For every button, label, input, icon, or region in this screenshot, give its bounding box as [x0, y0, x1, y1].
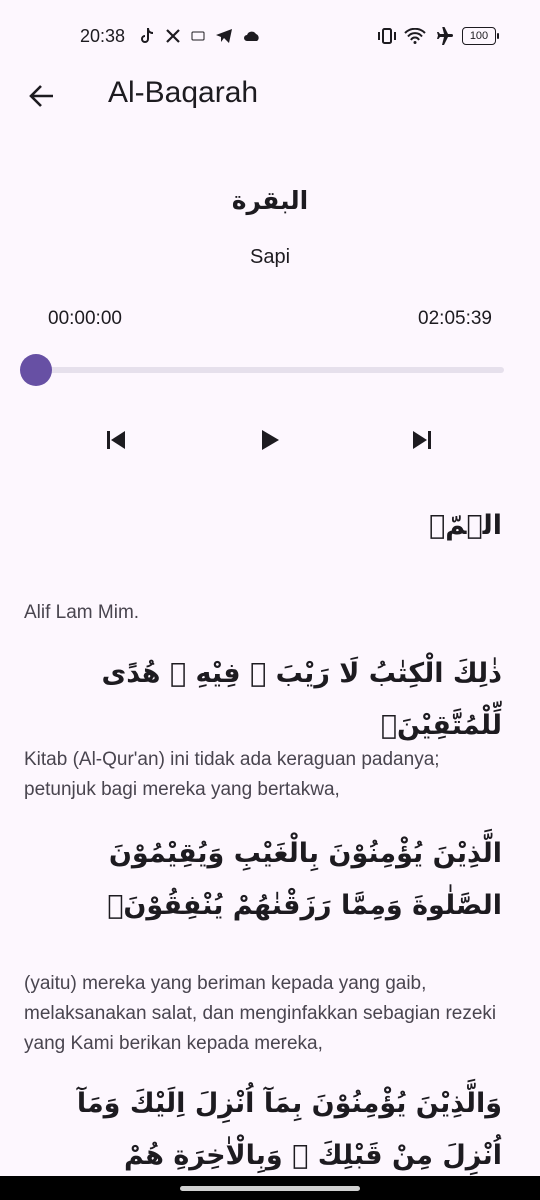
status-time: 20:38: [80, 25, 126, 46]
slider-track: [28, 367, 504, 373]
ayah-translation: (yaitu) mereka yang beriman kepada yang …: [24, 973, 497, 1054]
playback-controls: [0, 420, 540, 464]
app-bar: Al-Baqarah: [0, 72, 540, 120]
play-button[interactable]: [248, 420, 292, 464]
surah-arabic-name: البقرة: [231, 186, 309, 215]
total-time: 02:05:39: [418, 308, 492, 329]
airplane-icon: [434, 27, 454, 45]
status-bar: 20:38 100: [0, 0, 540, 72]
skip-previous-icon: [105, 430, 127, 455]
tiktok-icon: [139, 27, 155, 45]
message-icon: [191, 31, 205, 41]
skip-previous-button[interactable]: [94, 420, 138, 464]
ayah-translation: Alif Lam Mim.: [24, 602, 140, 623]
audio-progress-slider[interactable]: [20, 354, 506, 386]
skip-next-icon: [411, 430, 433, 455]
x-icon: [165, 28, 181, 44]
telegram-icon: [215, 28, 233, 44]
home-handle[interactable]: [180, 1185, 360, 1191]
current-time: 00:00:00: [48, 308, 122, 329]
battery-level: 100: [469, 30, 489, 42]
battery-icon: 100: [462, 27, 499, 45]
skip-next-button[interactable]: [400, 420, 444, 464]
ayah-arabic: الۤمّۤ: [429, 510, 502, 541]
vibrate-icon: [378, 28, 396, 44]
surah-meaning: Sapi: [249, 246, 291, 268]
ayah-arabic: الَّذِيْنَ يُؤْمِنُوْنَ بِالْغَيْبِ وَيُ…: [107, 838, 502, 921]
page-title: Al-Baqarah: [108, 76, 259, 109]
cloud-icon: [243, 30, 261, 42]
play-icon: [260, 429, 280, 456]
wifi-icon: [404, 28, 426, 44]
back-button[interactable]: [22, 78, 62, 118]
slider-thumb[interactable]: [20, 354, 52, 386]
ayah-translation: Kitab (Al-Qur'an) ini tidak ada keraguan…: [24, 749, 440, 800]
system-navigation-bar: [0, 1176, 540, 1200]
ayah-arabic: ذٰلِكَ الْكِتٰبُ لَا رَيْبَ ۛ فِيْهِ ۛ ه…: [101, 658, 502, 741]
arrow-back-icon: [28, 82, 56, 115]
